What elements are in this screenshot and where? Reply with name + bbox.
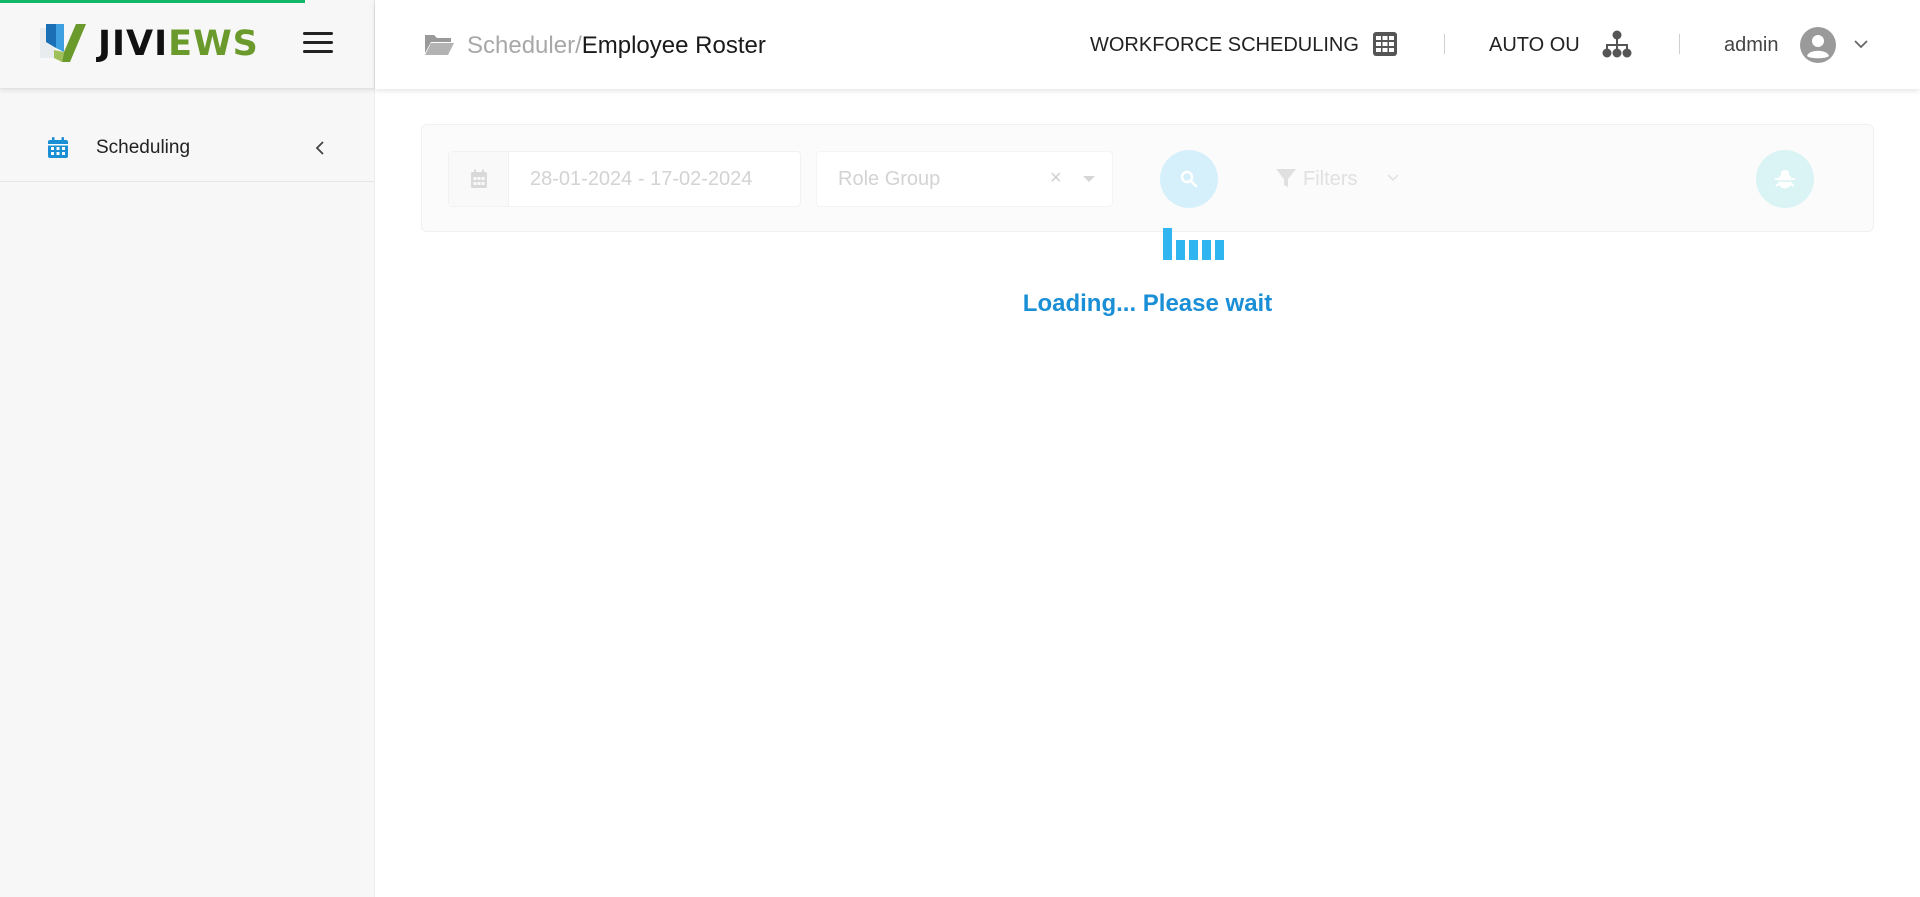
- header-divider: [1444, 34, 1445, 54]
- user-name[interactable]: admin: [1724, 33, 1778, 57]
- brand-bar: JIVIEWS: [0, 0, 374, 89]
- debug-action-button[interactable]: [1756, 150, 1814, 208]
- caret-down-icon: [1083, 176, 1095, 182]
- sidebar-item-label: Scheduling: [96, 137, 191, 158]
- brand-name: JIVIEWS: [98, 22, 259, 66]
- loading-message: Loading... Please wait: [1022, 290, 1273, 317]
- search-icon: [1180, 170, 1198, 188]
- chevron-left-icon[interactable]: [313, 138, 327, 158]
- chevron-down-icon[interactable]: [1853, 38, 1869, 50]
- hamburger-icon[interactable]: [303, 32, 333, 56]
- filters-label: Filters: [1303, 168, 1358, 190]
- search-button[interactable]: [1160, 150, 1218, 208]
- org-chart-icon[interactable]: [1601, 30, 1633, 58]
- top-header: Scheduler/Employee Roster WORKFORCE SCHE…: [375, 0, 1920, 89]
- sidebar: JIVIEWS Scheduling: [0, 0, 375, 897]
- date-range-picker[interactable]: [448, 151, 801, 207]
- breadcrumb: Scheduler/Employee Roster: [467, 32, 766, 60]
- date-addon[interactable]: [449, 152, 509, 206]
- clear-icon[interactable]: ×: [1050, 166, 1062, 190]
- filter-icon: [1276, 169, 1296, 187]
- role-group-select[interactable]: Role Group ×: [816, 151, 1113, 207]
- breadcrumb-current: Employee Roster: [581, 32, 766, 59]
- calendar-icon: [48, 137, 68, 158]
- role-group-placeholder: Role Group: [838, 168, 941, 190]
- breadcrumb-separator: /: [575, 32, 582, 59]
- breadcrumb-parent[interactable]: Scheduler: [467, 32, 575, 59]
- sidebar-item-scheduling[interactable]: Scheduling: [0, 112, 374, 182]
- calendar-icon: [471, 169, 487, 188]
- brand-name-part2: EWS: [168, 24, 259, 64]
- header-divider: [1679, 34, 1680, 54]
- brand-name-part1: JIVI: [98, 24, 169, 64]
- main-content: Role Group × Filters: [375, 89, 1920, 897]
- ou-label[interactable]: AUTO OU: [1489, 33, 1580, 57]
- folder-open-icon: [425, 35, 454, 55]
- jiviews-logo-mark: [40, 24, 86, 62]
- bug-icon: [1775, 170, 1795, 189]
- grid-icon[interactable]: [1372, 31, 1398, 57]
- filter-bar: Role Group × Filters: [421, 124, 1874, 260]
- loading-spinner: [1163, 228, 1225, 260]
- module-label[interactable]: WORKFORCE SCHEDULING: [1090, 33, 1359, 57]
- chevron-down-icon: [1387, 174, 1399, 182]
- user-avatar-icon[interactable]: [1800, 27, 1836, 63]
- top-progress-bar: [0, 0, 305, 3]
- date-range-input[interactable]: [509, 152, 799, 206]
